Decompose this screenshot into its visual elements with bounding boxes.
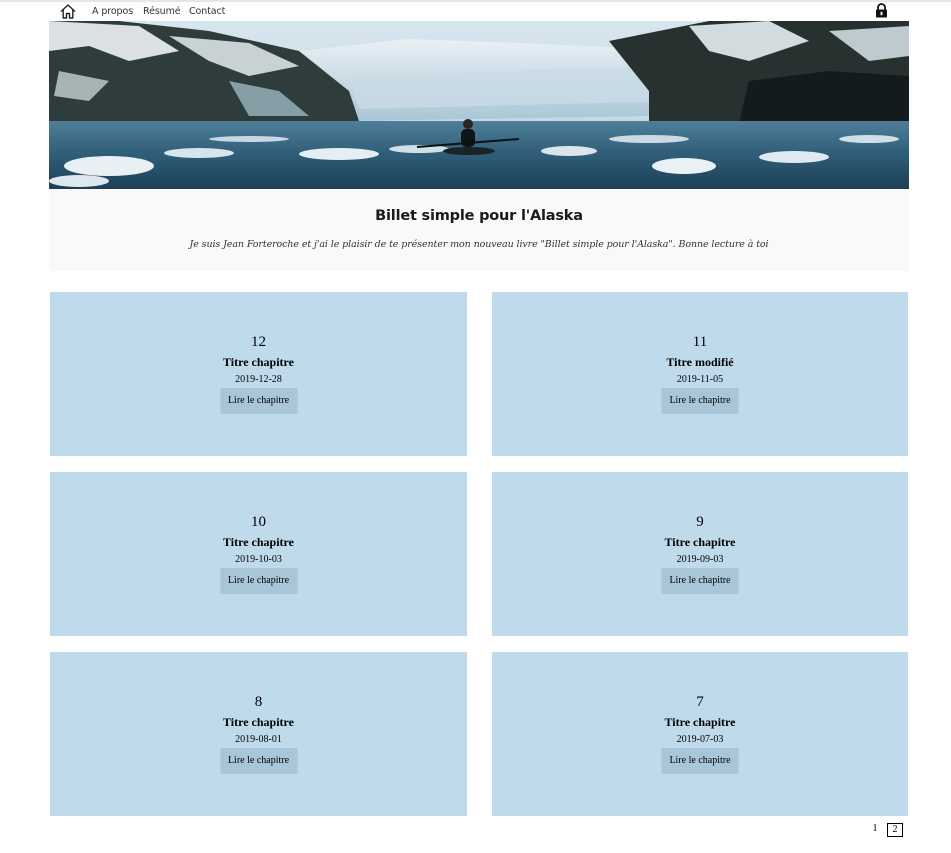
chapter-number: 7	[696, 694, 704, 710]
nav-link-a-propos[interactable]: A propos	[92, 6, 133, 17]
chapter-date: 2019-07-03	[676, 734, 724, 745]
chapter-card: 8 Titre chapitre 2019-08-01 Lire le chap…	[50, 652, 467, 816]
nav-link-contact[interactable]: Contact	[189, 6, 225, 17]
chapter-title: Titre chapitre	[223, 535, 294, 549]
chapter-title: Titre chapitre	[223, 715, 294, 729]
home-icon[interactable]	[60, 4, 76, 19]
chapter-date: 2019-09-03	[676, 554, 724, 565]
lock-icon[interactable]	[875, 3, 888, 18]
chapter-number: 8	[254, 694, 263, 710]
chapter-title: Titre chapitre	[664, 715, 736, 729]
chapter-card: 11 Titre modifié 2019-11-05 Lire le chap…	[492, 292, 908, 456]
banner-image	[49, 21, 909, 189]
glacier-landscape-image	[49, 21, 909, 189]
page-title: Billet simple pour l'Alaska	[375, 208, 583, 224]
top-nav: A propos Résumé Contact	[49, 3, 909, 21]
chapter-title: Titre chapitre	[664, 535, 736, 549]
top-border	[0, 0, 951, 2]
read-chapter-button[interactable]: Lire le chapitre	[661, 748, 739, 774]
read-chapter-button[interactable]: Lire le chapitre	[220, 568, 297, 594]
chapter-date: 2019-12-28	[235, 374, 282, 385]
chapter-title: Titre chapitre	[223, 355, 294, 369]
chapter-date: 2019-08-01	[235, 734, 282, 745]
chapter-card: 9 Titre chapitre 2019-09-03 Lire le chap…	[492, 472, 908, 636]
page-subtitle: Je suis Jean Forteroche et j'ai le plais…	[189, 239, 769, 250]
read-chapter-button[interactable]: Lire le chapitre	[220, 388, 297, 414]
nav-link-resume[interactable]: Résumé	[143, 6, 181, 17]
chapter-card: 12 Titre chapitre 2019-12-28 Lire le cha…	[50, 292, 467, 456]
chapter-number: 10	[251, 514, 266, 530]
chapter-date: 2019-10-03	[235, 554, 282, 565]
chapter-number: 11	[692, 334, 708, 350]
pagination-page-1[interactable]: 1	[871, 823, 879, 837]
read-chapter-button[interactable]: Lire le chapitre	[661, 568, 739, 594]
chapter-number: 9	[696, 514, 704, 530]
read-chapter-button[interactable]: Lire le chapitre	[661, 388, 739, 414]
chapter-card: 7 Titre chapitre 2019-07-03 Lire le chap…	[492, 652, 908, 816]
chapter-date: 2019-11-05	[676, 374, 724, 385]
book-header: Billet simple pour l'Alaska Je suis Jean…	[49, 189, 909, 271]
chapter-number: 12	[251, 334, 266, 350]
read-chapter-button[interactable]: Lire le chapitre	[220, 748, 297, 774]
chapter-title: Titre modifié	[666, 355, 734, 369]
chapter-card: 10 Titre chapitre 2019-10-03 Lire le cha…	[50, 472, 467, 636]
pagination-page-2-current[interactable]: 2	[887, 823, 903, 837]
